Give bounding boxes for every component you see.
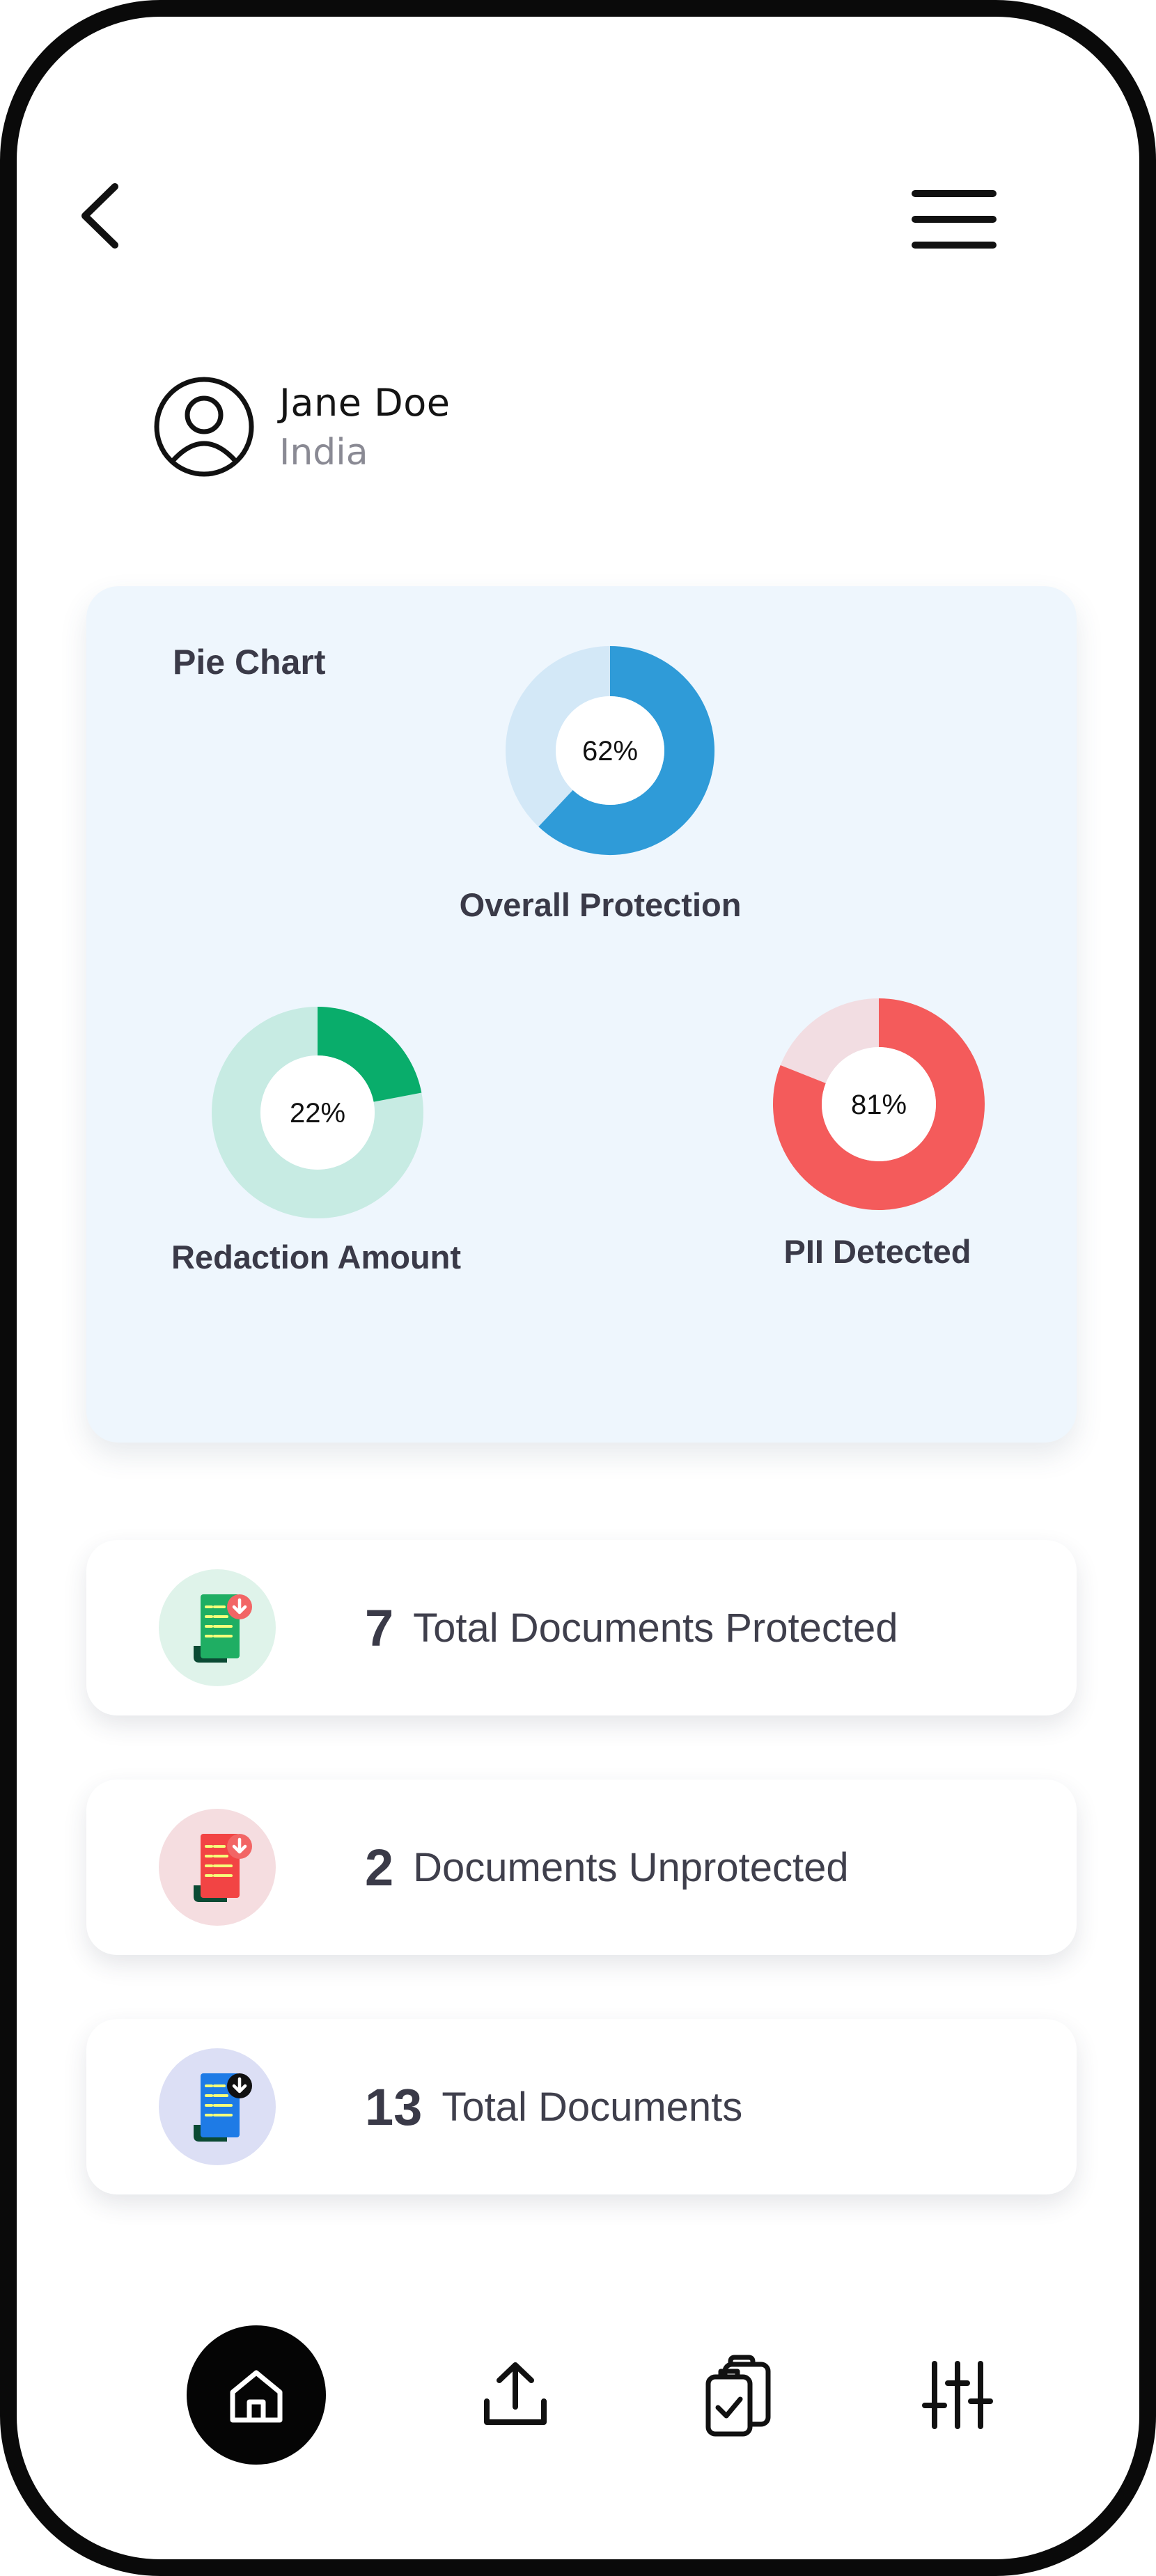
- nav-filters-button[interactable]: [909, 2339, 1006, 2451]
- stat-text: 7 Total Documents Protected: [365, 1540, 898, 1715]
- user-circle-icon: [154, 377, 254, 477]
- nav-upload-button[interactable]: [467, 2339, 564, 2451]
- stat-label: Total Documents Protected: [413, 1605, 898, 1651]
- donut-label-pii-detected: PII Detected: [783, 1233, 971, 1270]
- donut-chart-pii-detected: 81%: [773, 998, 985, 1210]
- back-button[interactable]: [63, 167, 139, 265]
- user-name: Jane Doe: [279, 380, 451, 425]
- document-protected-icon-badge: [159, 1569, 276, 1686]
- sliders-icon: [922, 2361, 993, 2429]
- donut-chart-overall-protection: 62%: [506, 646, 714, 855]
- pie-chart-card: Pie Chart 62% Overall Protection 22% Red…: [86, 586, 1077, 1443]
- hamburger-menu-icon: [912, 190, 997, 249]
- upload-icon: [484, 2362, 547, 2425]
- donut-label-redaction-amount: Redaction Amount: [171, 1239, 462, 1275]
- home-icon: [230, 2370, 283, 2423]
- document-unprotected-icon: [194, 1834, 252, 1902]
- nav-home-button[interactable]: [187, 2325, 326, 2465]
- stat-number: 2: [365, 1838, 394, 1896]
- document-protected-icon: [194, 1594, 252, 1663]
- avatar: [153, 376, 255, 478]
- document-unprotected-icon-badge: [159, 1809, 276, 1926]
- donut-value-label: 22%: [290, 1098, 345, 1129]
- donut-value-label: 62%: [582, 736, 638, 767]
- chevron-left-icon: [81, 183, 118, 249]
- donut-chart-redaction-amount: 22%: [212, 1007, 423, 1218]
- stat-number: 13: [365, 2078, 423, 2136]
- menu-button[interactable]: [905, 178, 1003, 261]
- document-total-icon: [194, 2073, 252, 2142]
- document-total-icon-badge: [159, 2048, 276, 2165]
- stat-number: 7: [365, 1599, 394, 1657]
- stat-label: Total Documents: [442, 2084, 743, 2130]
- clipboard-check-icon: [705, 2355, 771, 2437]
- stat-text: 2 Documents Unprotected: [365, 1780, 849, 1955]
- profile-text: Jane Doe India: [279, 381, 450, 473]
- bottom-navigation: [0, 2325, 1156, 2479]
- nav-clipboard-button[interactable]: [689, 2339, 787, 2451]
- stat-text: 13 Total Documents: [365, 2019, 742, 2194]
- donut-value-label: 81%: [851, 1090, 907, 1120]
- user-country: India: [279, 431, 368, 473]
- stat-card-total-documents[interactable]: 13 Total Documents: [86, 2019, 1077, 2194]
- stat-card-total-documents-protected[interactable]: 7 Total Documents Protected: [86, 1540, 1077, 1715]
- chart-title: Pie Chart: [173, 643, 326, 682]
- donut-label-overall-protection: Overall Protection: [459, 886, 742, 923]
- user-profile[interactable]: Jane Doe India: [153, 376, 450, 478]
- stat-label: Documents Unprotected: [413, 1844, 849, 1890]
- stat-card-documents-unprotected[interactable]: 2 Documents Unprotected: [86, 1780, 1077, 1955]
